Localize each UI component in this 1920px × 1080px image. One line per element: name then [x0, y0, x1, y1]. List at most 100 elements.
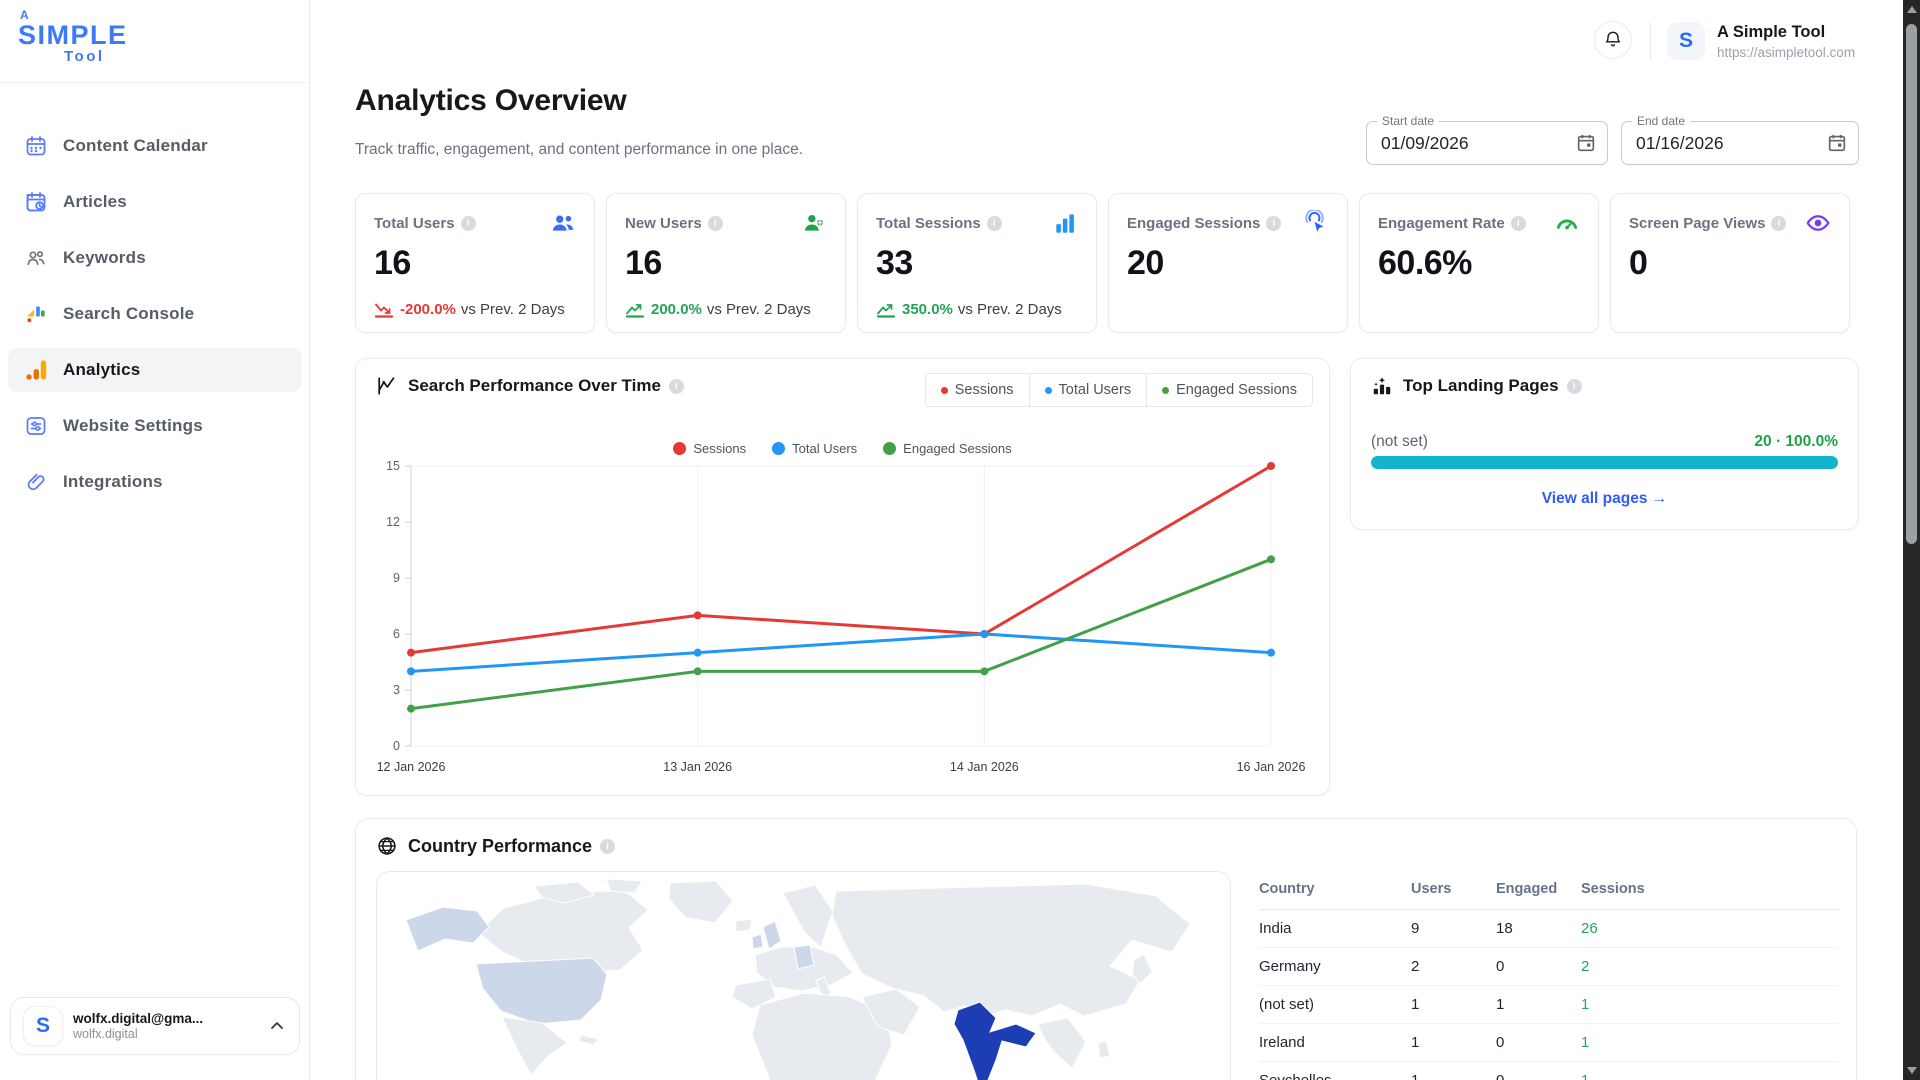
cell-users: 1 — [1411, 1024, 1496, 1062]
keywords-people-icon — [24, 246, 48, 270]
cell-country: India — [1259, 910, 1411, 948]
calendar-picker-icon[interactable] — [1826, 132, 1848, 154]
svg-text:14 Jan 2026: 14 Jan 2026 — [950, 760, 1019, 774]
stat-delta: -200.0%vs Prev. 2 Days — [374, 301, 565, 318]
country-table: CountryUsersEngagedSessions India91826Ge… — [1259, 881, 1839, 1080]
landing-card-title: Top Landing Pages — [1403, 376, 1559, 396]
sidebar-item-label: Website Settings — [63, 416, 203, 436]
search-performance-card: Search Performance Over Time i SessionsT… — [355, 358, 1330, 796]
sidebar-item-content-calendar[interactable]: Content Calendar — [8, 124, 302, 168]
cell-country: Germany — [1259, 948, 1411, 986]
map-region-usa — [476, 958, 607, 1024]
toggle-total-users[interactable]: Total Users — [1029, 374, 1147, 406]
calendar-picker-icon[interactable] — [1575, 132, 1597, 154]
cell-engaged: 18 — [1496, 910, 1581, 948]
cell-users: 1 — [1411, 986, 1496, 1024]
info-icon[interactable]: i — [1771, 216, 1786, 231]
map-region-alaska — [406, 907, 489, 951]
column-header-sessions: Sessions — [1581, 881, 1839, 910]
landing-page-row: (not set)20 · 100.0% — [1371, 433, 1838, 451]
info-icon[interactable]: i — [987, 216, 1002, 231]
sidebar-item-search-console[interactable]: Search Console — [8, 292, 302, 336]
sidebar-item-label: Keywords — [63, 248, 146, 268]
end-date-field[interactable]: End date — [1621, 121, 1859, 165]
map-region-germany — [794, 945, 814, 969]
article-calendar-icon — [24, 190, 48, 214]
start-date-field[interactable]: Start date — [1366, 121, 1608, 165]
svg-text:12: 12 — [386, 515, 400, 529]
stat-delta: 200.0%vs Prev. 2 Days — [625, 301, 811, 318]
cell-engaged: 0 — [1496, 948, 1581, 986]
app-root: A SIMPLE Tool Content Calendar Articles Ke… — [0, 0, 1920, 1080]
cell-sessions: 2 — [1581, 948, 1839, 986]
country-row-seychelles: Seychelles101 — [1259, 1062, 1839, 1080]
scrollbar[interactable] — [1903, 0, 1920, 1080]
sidebar-item-keywords[interactable]: Keywords — [8, 236, 302, 280]
toggle-label: Total Users — [1059, 382, 1132, 398]
podium-icon — [1371, 375, 1393, 397]
scroll-up-arrow-icon[interactable] — [1907, 6, 1917, 13]
sidebar-item-integrations[interactable]: Integrations — [8, 460, 302, 504]
stat-compare-text: vs Prev. 2 Days — [958, 301, 1062, 318]
end-date-input[interactable] — [1622, 122, 1858, 164]
new-user-icon — [801, 210, 827, 236]
info-icon[interactable]: i — [708, 216, 723, 231]
map-region-iceland — [736, 919, 752, 932]
sidebar-item-analytics[interactable]: Analytics — [8, 348, 302, 392]
stat-card-new-users: New Usersi16200.0%vs Prev. 2 Days — [606, 193, 846, 333]
map-region-scandinavia — [783, 885, 833, 947]
sidebar-item-website-settings[interactable]: Website Settings — [8, 404, 302, 448]
trend-up-icon — [625, 302, 645, 318]
svg-text:16 Jan 2026: 16 Jan 2026 — [1237, 760, 1306, 774]
view-all-pages-link[interactable]: View all pages → — [1351, 490, 1858, 508]
map-region-caribbean — [579, 1035, 599, 1045]
svg-text:0: 0 — [393, 739, 400, 753]
website-settings-icon — [24, 414, 48, 438]
site-avatar[interactable]: S — [1667, 22, 1705, 60]
scroll-down-arrow-icon[interactable] — [1907, 1067, 1917, 1074]
user-account-card[interactable]: S wolfx.digital@gma... wolfx.digital — [10, 997, 300, 1055]
svg-text:9: 9 — [393, 571, 400, 585]
stat-label: Total Users — [374, 215, 455, 232]
analytics-icon — [24, 358, 48, 382]
toggle-engaged-sessions[interactable]: Engaged Sessions — [1146, 374, 1312, 406]
svg-text:15: 15 — [386, 459, 400, 473]
info-icon[interactable]: i — [600, 839, 615, 854]
legend-item-sessions: Sessions — [673, 441, 746, 456]
line-chart-icon — [376, 375, 398, 397]
user-avatar: S — [23, 1006, 63, 1046]
toggle-label: Sessions — [955, 382, 1014, 398]
country-table-header-row: CountryUsersEngagedSessions — [1259, 881, 1839, 910]
info-icon[interactable]: i — [461, 216, 476, 231]
info-icon[interactable]: i — [669, 379, 684, 394]
notifications-button[interactable] — [1594, 21, 1632, 59]
info-icon[interactable]: i — [1266, 216, 1281, 231]
sidebar-item-articles[interactable]: Articles — [8, 180, 302, 224]
sidebar-logo-divider — [0, 82, 309, 83]
cell-sessions: 1 — [1581, 986, 1839, 1024]
cell-users: 1 — [1411, 1062, 1496, 1080]
map-region-uk — [763, 921, 781, 949]
chevron-up-icon[interactable] — [267, 1016, 287, 1036]
series-dot — [1162, 387, 1169, 394]
user-avatar-letter: S — [36, 1014, 50, 1038]
legend-item-engaged-sessions: Engaged Sessions — [883, 441, 1011, 456]
info-icon[interactable]: i — [1511, 216, 1526, 231]
scrollbar-thumb[interactable] — [1906, 24, 1917, 544]
legend-label: Total Users — [792, 441, 857, 456]
eye-icon — [1805, 210, 1831, 236]
country-card-title: Country Performance — [408, 836, 592, 857]
cell-sessions: 1 — [1581, 1024, 1839, 1062]
start-date-input[interactable] — [1367, 122, 1607, 164]
sidebar-nav: Content Calendar Articles Keywords Search C… — [8, 124, 302, 516]
country-row-not-set: (not set)111 — [1259, 986, 1839, 1024]
map-region-ireland — [752, 934, 763, 949]
stat-card-screen-page-views: Screen Page Viewsi0 — [1610, 193, 1850, 333]
series-dot — [1045, 387, 1052, 394]
info-icon[interactable]: i — [1567, 379, 1582, 394]
column-header-users: Users — [1411, 881, 1496, 910]
app-logo[interactable]: A SIMPLE Tool — [18, 8, 128, 65]
toggle-sessions[interactable]: Sessions — [926, 374, 1029, 406]
stat-delta: 350.0%vs Prev. 2 Days — [876, 301, 1062, 318]
sidebar: A SIMPLE Tool Content Calendar Articles Ke… — [0, 0, 310, 1080]
